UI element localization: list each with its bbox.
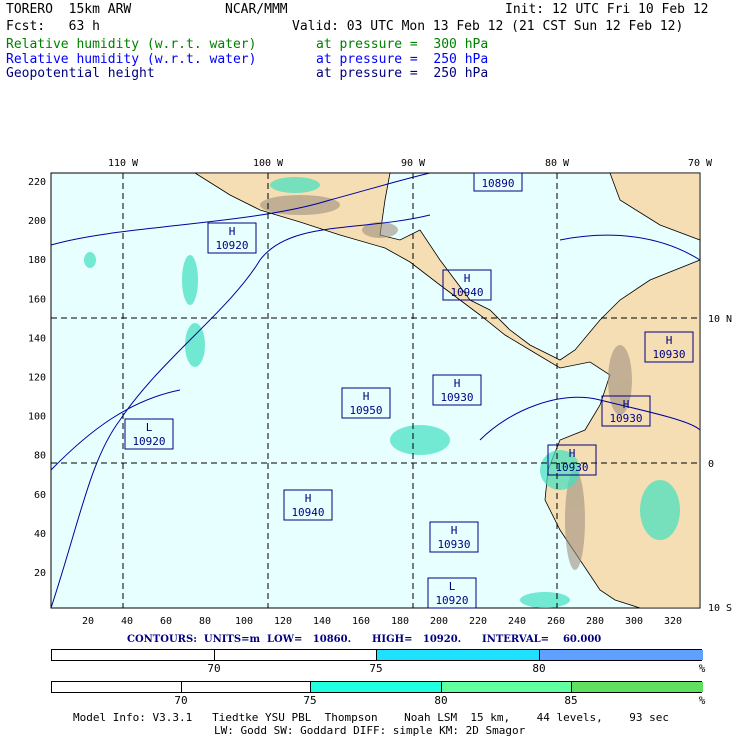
y-tick-label: 100 xyxy=(28,412,46,423)
model-info: Model Info: V3.3.1 Tiedtke YSU PBL Thomp… xyxy=(73,711,670,724)
center-type: H xyxy=(363,390,370,403)
colorbar-segment xyxy=(377,650,540,660)
field-level: at pressure = 250 hPa xyxy=(316,66,489,81)
longitude-label: 70 W xyxy=(688,158,713,169)
x-tick-label: 60 xyxy=(160,616,172,627)
organization: NCAR/MMM xyxy=(225,2,288,17)
center-value: 10920 xyxy=(435,594,468,607)
y-tick-label: 60 xyxy=(34,490,46,501)
x-tick-label: 100 xyxy=(235,616,253,627)
colorbar-label: % xyxy=(698,662,706,675)
center-value: 10940 xyxy=(450,286,483,299)
x-tick-label: 120 xyxy=(274,616,292,627)
center-type: H xyxy=(454,377,461,390)
x-tick-label: 240 xyxy=(508,616,526,627)
colorbar-segment xyxy=(52,650,215,660)
colorbar-segment xyxy=(182,682,311,692)
center-type: L xyxy=(146,421,153,434)
x-tick-label: 160 xyxy=(352,616,370,627)
y-tick-label: 20 xyxy=(34,568,46,579)
valid-time: Valid: 03 UTC Mon 13 Feb 12 (21 CST Sun … xyxy=(292,19,684,34)
x-tick-label: 40 xyxy=(121,616,133,627)
x-tick-label: 220 xyxy=(469,616,487,627)
colorbar-segment xyxy=(540,650,703,660)
colorbar-label: 75 xyxy=(369,662,383,675)
weather-map: 10890H10920H10940H10930H10930H10950L1092… xyxy=(28,158,732,627)
longitude-label: 80 W xyxy=(545,158,570,169)
x-tick-label: 140 xyxy=(313,616,331,627)
y-tick-label: 80 xyxy=(34,451,46,462)
x-tick-label: 200 xyxy=(430,616,448,627)
colorbar-segment xyxy=(572,682,703,692)
y-tick-label: 180 xyxy=(28,255,46,266)
colorbar-segment xyxy=(311,682,442,692)
forecast-hour: Fcst: 63 h xyxy=(6,19,100,34)
x-tick-label: 80 xyxy=(199,616,211,627)
center-type: H xyxy=(464,272,471,285)
center-type: H xyxy=(305,492,312,505)
y-tick-label: 160 xyxy=(28,294,46,305)
colorbar-segment xyxy=(442,682,572,692)
center-value: 10930 xyxy=(555,461,588,474)
field-name: Relative humidity (w.r.t. water) xyxy=(6,52,257,67)
rh250-colorbar xyxy=(51,649,703,661)
colorbar-segment xyxy=(215,650,377,660)
x-tick-label: 280 xyxy=(586,616,604,627)
model-physics: LW: Godd SW: Goddard DIFF: simple KM: 2D… xyxy=(214,724,526,737)
colorbar-label: 85 xyxy=(564,694,578,707)
model-title: TORERO 15km ARW xyxy=(6,2,132,17)
center-value: 10920 xyxy=(132,435,165,448)
center-type: H xyxy=(229,225,236,238)
init-time: Init: 12 UTC Fri 10 Feb 12 xyxy=(505,2,709,17)
y-tick-label: 120 xyxy=(28,373,46,384)
x-tick-label: 300 xyxy=(625,616,643,627)
field-name: Relative humidity (w.r.t. water) xyxy=(6,37,257,52)
center-value: 10890 xyxy=(481,177,514,190)
latitude-label: 0 xyxy=(708,459,714,470)
rh300-colorbar xyxy=(51,681,703,693)
center-value: 10950 xyxy=(349,404,382,417)
center-value: 10930 xyxy=(437,538,470,551)
x-tick-label: 260 xyxy=(547,616,565,627)
field-level: at pressure = 250 hPa xyxy=(316,52,489,67)
longitude-label: 90 W xyxy=(401,158,426,169)
center-type: L xyxy=(449,580,456,593)
center-type: H xyxy=(623,398,630,411)
longitude-label: 100 W xyxy=(253,158,284,169)
center-type: H xyxy=(666,334,673,347)
x-tick-label: 180 xyxy=(391,616,409,627)
colorbar-label: 80 xyxy=(532,662,546,675)
center-value: 10920 xyxy=(215,239,248,252)
x-tick-label: 20 xyxy=(82,616,94,627)
field-name: Geopotential height xyxy=(6,66,155,81)
colorbar-label: 70 xyxy=(174,694,188,707)
colorbar-segment xyxy=(52,682,182,692)
latitude-label: 10 S xyxy=(708,603,732,614)
y-tick-label: 40 xyxy=(34,529,46,540)
center-type: H xyxy=(569,447,576,460)
colorbar-label: 70 xyxy=(207,662,221,675)
longitude-label: 110 W xyxy=(108,158,139,169)
center-value: 10930 xyxy=(609,412,642,425)
y-tick-label: 140 xyxy=(28,333,46,344)
colorbar-label: % xyxy=(698,694,706,707)
center-value: 10930 xyxy=(652,348,685,361)
contour-info: CONTOURS: UNITS=m LOW= 10860. HIGH= 1092… xyxy=(127,634,602,645)
center-type: H xyxy=(451,524,458,537)
y-tick-label: 220 xyxy=(28,177,46,188)
colorbar-label: 80 xyxy=(434,694,448,707)
colorbar-label: 75 xyxy=(303,694,317,707)
field-level: at pressure = 300 hPa xyxy=(316,37,489,52)
latitude-label: 10 N xyxy=(708,314,732,325)
y-tick-label: 200 xyxy=(28,216,46,227)
center-value: 10940 xyxy=(291,506,324,519)
x-tick-label: 320 xyxy=(664,616,682,627)
center-value: 10930 xyxy=(440,391,473,404)
